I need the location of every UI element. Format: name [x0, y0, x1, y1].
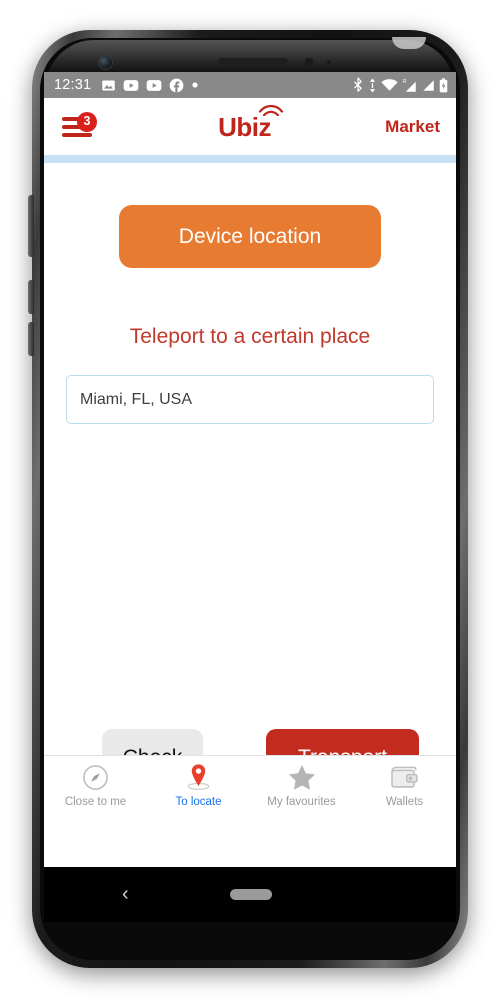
proximity-sensor: [305, 58, 313, 65]
tab-to-locate[interactable]: To locate: [147, 762, 250, 808]
star-icon: [288, 762, 316, 792]
hamburger-icon-line: [62, 132, 92, 137]
photos-icon: [102, 80, 116, 90]
bottom-tab-bar: Close to me To locate My favourites Wall…: [44, 755, 456, 826]
main-content: Device location Teleport to a certain pl…: [44, 163, 456, 826]
wifi-icon: [381, 79, 398, 91]
tab-label: Wallets: [385, 796, 424, 808]
youtube-icon: [146, 79, 162, 91]
tab-label: Close to me: [64, 796, 127, 808]
tab-label: My favourites: [267, 796, 336, 808]
tab-wallets[interactable]: Wallets: [353, 762, 456, 808]
status-bar-system-icons: R: [352, 77, 448, 93]
app-header: 3 Ubiz Market: [44, 98, 456, 155]
wifi-arc-icon: [259, 104, 284, 116]
battery-icon: [439, 77, 448, 92]
brand-logo: Ubiz: [218, 104, 284, 142]
home-indicator[interactable]: [230, 889, 272, 900]
market-link[interactable]: Market: [385, 117, 440, 137]
back-button-icon[interactable]: ‹: [122, 883, 129, 906]
earpiece-speaker: [218, 58, 288, 65]
phone-screen: 12:31 R 3 Ubiz Market Device location Te…: [44, 72, 456, 867]
map-pin-icon: [185, 762, 212, 792]
status-bar-notification-icons: [101, 78, 352, 93]
tab-close-to-me[interactable]: Close to me: [44, 762, 147, 808]
screenshot-root: 12:31 R 3 Ubiz Market Device location Te…: [0, 0, 500, 1000]
assistant-button[interactable]: [28, 322, 34, 356]
svg-text:R: R: [403, 79, 407, 85]
teleport-section-title: Teleport to a certain place: [129, 325, 371, 348]
front-camera-icon: [98, 55, 113, 70]
tab-label: To locate: [175, 796, 222, 808]
brand-name: Ubiz: [218, 111, 272, 142]
device-location-button[interactable]: Device location: [119, 205, 381, 268]
facebook-icon: [169, 78, 184, 92]
wallet-icon: [390, 762, 419, 792]
tab-my-favourites[interactable]: My favourites: [250, 762, 353, 808]
youtube-icon: [123, 79, 139, 91]
volume-rocker-button[interactable]: [28, 195, 34, 257]
power-button[interactable]: [28, 280, 34, 314]
header-divider: [44, 155, 456, 163]
dot-icon: [192, 82, 198, 88]
android-navigation-bar: ‹: [44, 867, 456, 922]
cellular-signal-icon: [423, 80, 434, 91]
compass-icon: [82, 762, 109, 792]
bluetooth-icon: [354, 77, 362, 92]
status-bar-clock: 12:31: [54, 77, 92, 93]
light-sensor: [327, 60, 331, 64]
place-search-input[interactable]: [66, 375, 434, 424]
menu-badge-count: 3: [77, 111, 97, 132]
menu-button[interactable]: 3: [60, 111, 104, 142]
status-bar: 12:31 R: [44, 72, 456, 98]
data-transfer-icon: [369, 78, 376, 92]
roaming-signal-icon: R: [403, 79, 416, 92]
